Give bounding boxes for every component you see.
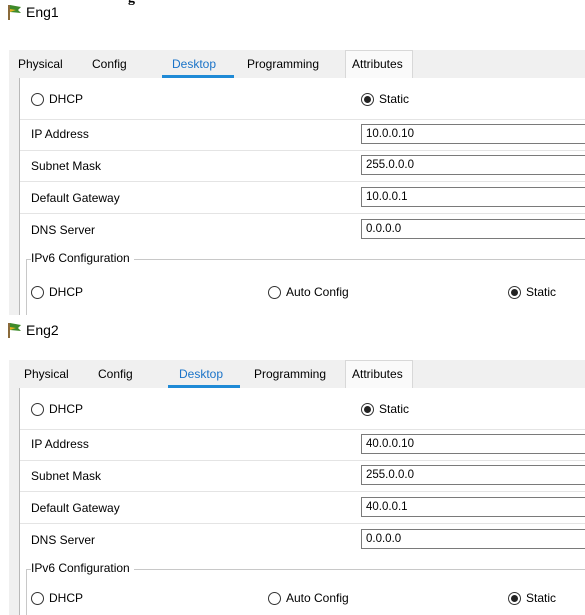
ip-configuration-area: DHCP Static IP Address 40.0.0.10 Subnet … [19, 388, 585, 615]
dns-server-field[interactable]: 0.0.0.0 [361, 219, 585, 239]
subnet-mask-field[interactable]: 255.0.0.0 [361, 465, 585, 485]
tab-attributes[interactable]: Attributes [352, 367, 403, 381]
ip-address-field[interactable]: 10.0.0.10 [361, 124, 585, 144]
ipv6-dhcp-label: DHCP [49, 285, 84, 299]
tab-physical[interactable]: Physical [18, 57, 63, 71]
ipv4-dhcp-radio[interactable] [31, 93, 44, 106]
ip-address-label: IP Address [31, 127, 89, 141]
ipv6-auto-config-radio[interactable] [268, 286, 281, 299]
ipv6-configuration-label: IPv6 Configuration [31, 561, 134, 575]
ipv6-static-radio[interactable] [508, 592, 521, 605]
ipv6-dhcp-radio[interactable] [31, 592, 44, 605]
ipv6-auto-config-radio[interactable] [268, 592, 281, 605]
pc-device-icon [8, 323, 21, 338]
tab-config[interactable]: Config [98, 367, 133, 381]
subnet-mask-label: Subnet Mask [31, 159, 102, 173]
ipv6-dhcp-radio[interactable] [31, 286, 44, 299]
tab-bar: Physical Config Desktop Programming Attr… [9, 50, 585, 79]
ipv6-configuration-label: IPv6 Configuration [31, 251, 134, 265]
row-divider [20, 491, 585, 492]
ip-configuration-area: DHCP Static IP Address 10.0.0.10 Subnet … [19, 78, 585, 315]
subnet-mask-label: Subnet Mask [31, 469, 102, 483]
row-divider [20, 429, 585, 430]
ipv6-dhcp-label: DHCP [49, 591, 84, 605]
eng2-config-panel: Physical Config Desktop Programming Attr… [9, 360, 585, 615]
ipv6-static-label: Static [526, 591, 557, 605]
dns-server-label: DNS Server [31, 533, 96, 547]
ipv6-auto-config-label: Auto Config [286, 591, 349, 605]
row-divider [20, 150, 585, 151]
tab-config[interactable]: Config [92, 57, 127, 71]
row-divider [20, 181, 585, 182]
tab-bar: Physical Config Desktop Programming Attr… [9, 360, 585, 389]
tab-desktop[interactable]: Desktop [172, 57, 216, 71]
ip-address-field[interactable]: 40.0.0.10 [361, 434, 585, 454]
ipv4-dhcp-radio[interactable] [31, 403, 44, 416]
ipv6-static-label: Static [526, 285, 557, 299]
ipv4-static-label: Static [379, 402, 410, 416]
dns-server-field[interactable]: 0.0.0.0 [361, 529, 585, 549]
eng1-window-header: Eng1 [0, 0, 585, 28]
default-gateway-label: Default Gateway [31, 501, 120, 515]
default-gateway-field[interactable]: 10.0.0.1 [361, 187, 585, 207]
eng2-window-header: Eng2 [0, 318, 585, 346]
ipv4-static-radio[interactable] [361, 403, 374, 416]
ipv4-static-radio[interactable] [361, 93, 374, 106]
tab-programming[interactable]: Programming [247, 57, 319, 71]
row-divider [20, 460, 585, 461]
window-title: Eng2 [26, 322, 59, 338]
dns-server-label: DNS Server [31, 223, 96, 237]
eng1-config-panel: Physical Config Desktop Programming Attr… [9, 50, 585, 315]
pc-device-icon [8, 5, 21, 20]
row-divider [20, 523, 585, 524]
ipv4-dhcp-label: DHCP [49, 92, 84, 106]
subnet-mask-field[interactable]: 255.0.0.0 [361, 155, 585, 175]
tab-physical[interactable]: Physical [24, 367, 69, 381]
tab-programming[interactable]: Programming [254, 367, 326, 381]
ipv6-auto-config-label: Auto Config [286, 285, 349, 299]
tab-attributes[interactable]: Attributes [352, 57, 403, 71]
row-divider [20, 119, 585, 120]
ipv6-static-radio[interactable] [508, 286, 521, 299]
tab-desktop[interactable]: Desktop [179, 367, 223, 381]
ip-address-label: IP Address [31, 437, 89, 451]
default-gateway-field[interactable]: 40.0.0.1 [361, 497, 585, 517]
window-title: Eng1 [26, 4, 59, 20]
ipv4-static-label: Static [379, 92, 410, 106]
row-divider [20, 213, 585, 214]
ipv4-dhcp-label: DHCP [49, 402, 84, 416]
default-gateway-label: Default Gateway [31, 191, 120, 205]
